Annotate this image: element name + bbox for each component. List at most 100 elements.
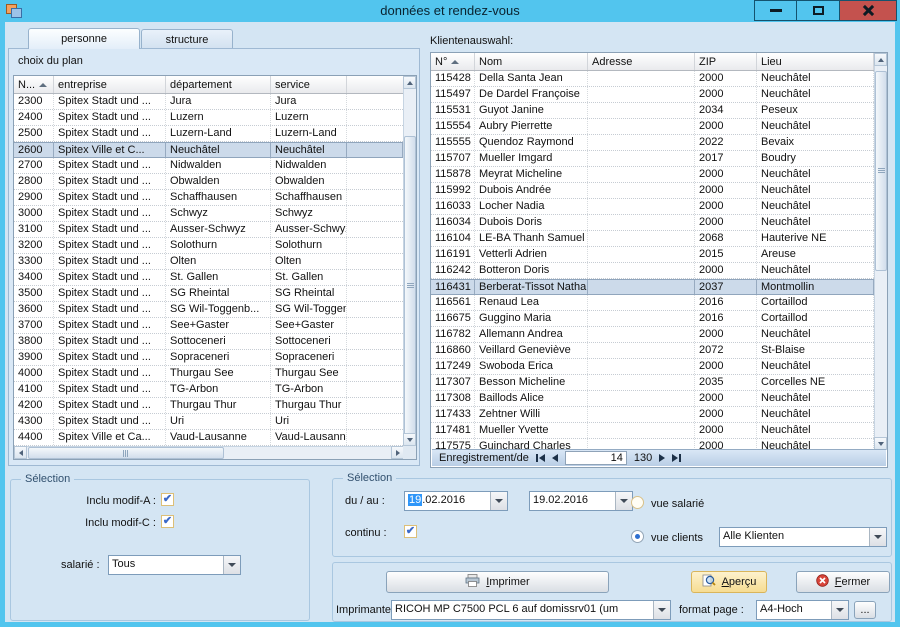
column-header-label: entreprise (58, 79, 107, 91)
table-cell: 116431 (431, 280, 475, 294)
table-row[interactable]: 3100Spitex Stadt und ...Ausser-SchwyzAus… (14, 222, 403, 238)
dropdown-button[interactable] (653, 601, 670, 619)
table-row[interactable]: 115531Guyot Janine2034Peseux (431, 103, 874, 119)
column-header[interactable]: ZIP (695, 53, 757, 70)
scroll-up-button[interactable] (874, 53, 887, 66)
table-row[interactable]: 116782Allemann Andrea2000Neuchâtel (431, 327, 874, 343)
column-header[interactable]: département (166, 76, 271, 93)
dropdown-button[interactable] (615, 492, 632, 510)
vscroll-thumb[interactable] (875, 71, 887, 271)
table-row[interactable]: 3200Spitex Stadt und ...SolothurnSolothu… (14, 238, 403, 254)
table-row[interactable]: 3500Spitex Stadt und ...SG RheintalSG Rh… (14, 286, 403, 302)
klienten-filter-combobox[interactable]: Alle Klienten (719, 527, 887, 547)
table-row[interactable]: 116033Locher Nadia2000Neuchâtel (431, 199, 874, 215)
scroll-down-button[interactable] (403, 433, 416, 446)
table-row[interactable]: 3900Spitex Stadt und ...SopraceneriSopra… (14, 350, 403, 366)
dropdown-button[interactable] (223, 556, 240, 574)
table-row[interactable]: 3600Spitex Stadt und ...SG Wil-Toggenb..… (14, 302, 403, 318)
previous-record-button[interactable] (552, 454, 558, 462)
table-row[interactable]: 3700Spitex Stadt und ...See+GasterSee+Ga… (14, 318, 403, 334)
imprimer-button[interactable]: Imprimer (386, 571, 609, 593)
format-more-button[interactable]: ... (854, 601, 876, 619)
table-row[interactable]: 2600Spitex Ville et C...NeuchâtelNeuchât… (14, 142, 403, 158)
table-row[interactable]: 4400Spitex Ville et Ca...Vaud-LausanneVa… (14, 430, 403, 446)
vue-clients-radio[interactable] (631, 530, 644, 543)
dropdown-button[interactable] (869, 528, 886, 546)
table-row[interactable]: 117308Baillods Alice2000Neuchâtel (431, 391, 874, 407)
table-row[interactable]: 115992Dubois Andrée2000Neuchâtel (431, 183, 874, 199)
scroll-up-button[interactable] (403, 76, 416, 89)
table-row[interactable]: 4000Spitex Stadt und ...Thurgau SeeThurg… (14, 366, 403, 382)
apercu-button[interactable]: Aperçu (691, 571, 767, 593)
inclu-modif-a-label: Inclu modif-A : (51, 495, 156, 507)
table-row[interactable]: 116675Guggino Maria2016Cortaillod (431, 311, 874, 327)
format-combobox[interactable]: A4-Hoch (756, 600, 849, 620)
dropdown-button[interactable] (831, 601, 848, 619)
table-row[interactable]: 115707Mueller Imgard2017Boudry (431, 151, 874, 167)
fermer-button[interactable]: Fermer (796, 571, 890, 593)
maximize-button[interactable] (797, 0, 840, 21)
hscroll-thumb[interactable] (28, 447, 224, 459)
column-header[interactable]: N... (14, 76, 54, 93)
close-button[interactable] (840, 0, 897, 21)
table-cell: St. Gallen (271, 270, 347, 285)
table-row[interactable]: 116860Veillard Geneviève2072St-Blaise (431, 343, 874, 359)
column-header[interactable]: Adresse (588, 53, 695, 70)
table-row[interactable]: 116104LE-BA Thanh Samuel2068Hauterive NE (431, 231, 874, 247)
table-row[interactable]: 3300Spitex Stadt und ...OltenOlten (14, 254, 403, 270)
table-row[interactable]: 116191Vetterli Adrien2015Areuse (431, 247, 874, 263)
table-row[interactable]: 116561Renaud Lea2016Cortaillod (431, 295, 874, 311)
column-header[interactable]: service (271, 76, 347, 93)
table-row[interactable]: 116242Botteron Doris2000Neuchâtel (431, 263, 874, 279)
next-record-button[interactable] (659, 454, 665, 462)
salarie-combobox[interactable]: Tous (108, 555, 241, 575)
date-to-picker[interactable]: 19.02.2016 (529, 491, 633, 511)
table-row[interactable]: 4300Spitex Stadt und ...UriUri (14, 414, 403, 430)
table-row[interactable]: 116034Dubois Doris2000Neuchâtel (431, 215, 874, 231)
last-record-button[interactable] (672, 454, 681, 462)
vscroll-thumb[interactable] (404, 136, 416, 436)
column-header[interactable]: Nom (475, 53, 588, 70)
table-row[interactable]: 115878Meyrat Micheline2000Neuchâtel (431, 167, 874, 183)
table-row[interactable]: 115554Aubry Pierrette2000Neuchâtel (431, 119, 874, 135)
column-header[interactable]: Lieu (757, 53, 874, 70)
dropdown-button[interactable] (490, 492, 507, 510)
tab-structure[interactable]: structure (141, 29, 233, 49)
scrollbar-corner (403, 446, 416, 459)
inclu-modif-c-checkbox[interactable]: ✔ (161, 515, 174, 528)
table-row[interactable]: 117481Mueller Yvette2000Neuchâtel (431, 423, 874, 439)
table-row[interactable]: 3400Spitex Stadt und ...St. GallenSt. Ga… (14, 270, 403, 286)
continu-checkbox[interactable]: ✔ (404, 525, 417, 538)
printer-combobox[interactable]: RICOH MP C7500 PCL 6 auf domissrv01 (um (391, 600, 671, 620)
table-cell: De Dardel Françoise (475, 87, 588, 102)
minimize-icon (770, 9, 782, 12)
table-row[interactable]: 4100Spitex Stadt und ...TG-ArbonTG-Arbon (14, 382, 403, 398)
date-from-picker[interactable]: 19.02.2016 (404, 491, 508, 511)
table-row[interactable]: 117307Besson Micheline2035Corcelles NE (431, 375, 874, 391)
table-row[interactable]: 2400Spitex Stadt und ...LuzernLuzern (14, 110, 403, 126)
table-row[interactable]: 117249Swoboda Erica2000Neuchâtel (431, 359, 874, 375)
table-row[interactable]: 4200Spitex Stadt und ...Thurgau ThurThur… (14, 398, 403, 414)
table-row[interactable]: 116431Berberat-Tissot Nathalie2037Montmo… (431, 279, 874, 295)
table-row[interactable]: 115555Quendoz Raymond2022Bevaix (431, 135, 874, 151)
table-row[interactable]: 115428Della Santa Jean2000Neuchâtel (431, 71, 874, 87)
table-row[interactable]: 115497De Dardel Françoise2000Neuchâtel (431, 87, 874, 103)
table-row[interactable]: 2700Spitex Stadt und ...NidwaldenNidwald… (14, 158, 403, 174)
record-position-input[interactable]: 14 (565, 451, 627, 465)
minimize-button[interactable] (754, 0, 797, 21)
column-header[interactable]: N° (431, 53, 475, 70)
table-row[interactable]: 2300Spitex Stadt und ...JuraJura (14, 94, 403, 110)
table-row[interactable]: 2500Spitex Stadt und ...Luzern-LandLuzer… (14, 126, 403, 142)
table-row[interactable]: 117433Zehtner Willi2000Neuchâtel (431, 407, 874, 423)
table-row[interactable]: 3000Spitex Stadt und ...SchwyzSchwyz (14, 206, 403, 222)
table-row[interactable]: 2900Spitex Stadt und ...SchaffhausenScha… (14, 190, 403, 206)
inclu-modif-a-checkbox[interactable]: ✔ (161, 493, 174, 506)
scroll-left-button[interactable] (14, 446, 27, 459)
vue-salarie-radio[interactable] (631, 496, 644, 509)
first-record-button[interactable] (536, 454, 545, 462)
table-cell: 2072 (695, 343, 757, 358)
table-row[interactable]: 2800Spitex Stadt und ...ObwaldenObwalden (14, 174, 403, 190)
column-header[interactable]: entreprise (54, 76, 166, 93)
table-row[interactable]: 3800Spitex Stadt und ...SottoceneriSotto… (14, 334, 403, 350)
tab-personne[interactable]: personne (28, 28, 140, 49)
